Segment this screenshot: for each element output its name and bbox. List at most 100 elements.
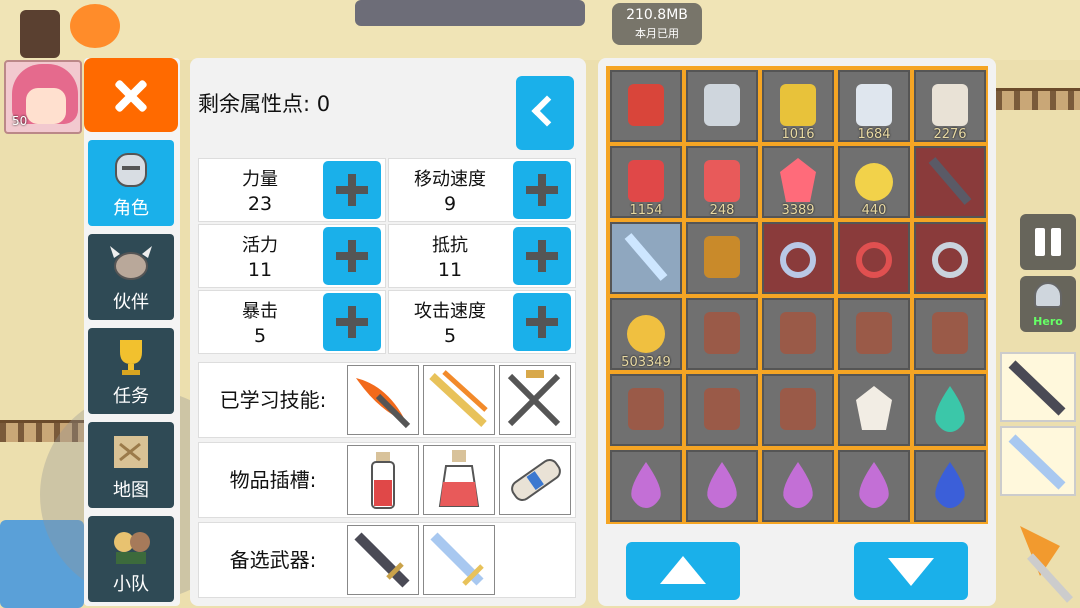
- close-button[interactable]: [84, 58, 178, 132]
- inventory-slot[interactable]: [686, 374, 758, 446]
- inventory-slot[interactable]: 503349: [610, 298, 682, 370]
- inventory-slot[interactable]: [610, 222, 682, 294]
- inventory-slot[interactable]: [838, 450, 910, 522]
- learned-skills-row: 已学习技能:: [198, 362, 576, 438]
- pendant-icon: [932, 242, 968, 278]
- tab-companion[interactable]: 伙伴: [88, 234, 174, 320]
- scroll-down-button[interactable]: [854, 542, 968, 600]
- stat-resistance: 抵抗 11: [388, 224, 576, 288]
- inventory-slot[interactable]: [762, 374, 834, 446]
- inventory-slot[interactable]: 1016: [762, 70, 834, 142]
- item-slot[interactable]: [499, 445, 571, 515]
- inventory-slot[interactable]: [686, 450, 758, 522]
- trophy-icon: [120, 340, 142, 375]
- item-slot[interactable]: [423, 445, 495, 515]
- item-count: 2276: [933, 127, 967, 142]
- weapon-slot[interactable]: [347, 525, 419, 595]
- map-scroll-icon: [114, 436, 148, 468]
- scroll-up-button[interactable]: [626, 542, 740, 600]
- item-slots-label: 物品插槽:: [229, 468, 317, 492]
- inventory-slot[interactable]: [686, 222, 758, 294]
- skill-slot[interactable]: [423, 365, 495, 435]
- hero-label: Hero: [1033, 315, 1063, 328]
- inventory-slot[interactable]: 3389: [762, 146, 834, 218]
- quick-weapon-slot[interactable]: [1000, 352, 1076, 422]
- purple-drop-icon: [707, 462, 737, 508]
- hero-helmet-icon: [1034, 282, 1062, 308]
- item-count: 440: [861, 203, 887, 218]
- spell-book-icon: [780, 312, 816, 354]
- inventory-slot[interactable]: [762, 298, 834, 370]
- inventory-slot[interactable]: [914, 374, 986, 446]
- inventory-slot[interactable]: [914, 222, 986, 294]
- red-scroll-icon: [932, 84, 968, 126]
- inventory-slot[interactable]: [686, 70, 758, 142]
- back-button[interactable]: [516, 76, 574, 150]
- inventory-slot[interactable]: [838, 374, 910, 446]
- add-vitality-button[interactable]: [323, 227, 381, 285]
- inventory-slot[interactable]: [838, 222, 910, 294]
- inventory-slot[interactable]: 440: [838, 146, 910, 218]
- crystal-sword-icon: [624, 233, 668, 281]
- plus-icon-stem: [538, 306, 546, 338]
- inventory-slot[interactable]: [914, 146, 986, 218]
- teal-drop-icon: [935, 386, 965, 432]
- stat-name: 抵抗: [432, 235, 468, 256]
- add-critical-button[interactable]: [323, 293, 381, 351]
- inventory-slot[interactable]: [610, 450, 682, 522]
- white-gem-icon: [856, 386, 892, 430]
- inventory-slot[interactable]: 1154: [610, 146, 682, 218]
- add-resistance-button[interactable]: [513, 227, 571, 285]
- skill-slot[interactable]: [347, 365, 419, 435]
- player-portrait[interactable]: 50: [4, 60, 82, 134]
- inventory-slot[interactable]: [686, 298, 758, 370]
- inventory-slot[interactable]: [838, 298, 910, 370]
- tab-label: 伙伴: [113, 292, 149, 313]
- pause-button[interactable]: [1020, 214, 1076, 270]
- spell-book-icon: [704, 312, 740, 354]
- plus-icon-stem: [538, 240, 546, 272]
- scroll-icon: [511, 459, 561, 501]
- stat-name: 攻击速度: [414, 301, 486, 322]
- spell-book-icon: [780, 388, 816, 430]
- tab-label: 小队: [113, 574, 149, 595]
- fire-scroll-icon: [628, 84, 664, 126]
- inventory-slot[interactable]: [610, 70, 682, 142]
- add-attack-speed-button[interactable]: [513, 293, 571, 351]
- tab-label: 角色: [113, 198, 149, 219]
- tab-map[interactable]: 地图: [88, 422, 174, 508]
- purple-drop-icon: [631, 462, 661, 508]
- inventory-slot[interactable]: [610, 374, 682, 446]
- item-count: 1684: [857, 127, 891, 142]
- inventory-slot[interactable]: 248: [686, 146, 758, 218]
- inventory-slot[interactable]: [914, 298, 986, 370]
- item-slot[interactable]: [347, 445, 419, 515]
- skill-slot[interactable]: [499, 365, 571, 435]
- stat-value: 5: [253, 325, 267, 347]
- tab-quest[interactable]: 任务: [88, 328, 174, 414]
- inventory-slot[interactable]: 2276: [914, 70, 986, 142]
- stat-value: 11: [437, 259, 463, 281]
- tab-label: 地图: [113, 480, 149, 501]
- blue-scroll-icon: [856, 84, 892, 126]
- add-move-speed-button[interactable]: [513, 161, 571, 219]
- inventory-slot[interactable]: 1684: [838, 70, 910, 142]
- tab-party[interactable]: 小队: [88, 516, 174, 602]
- inventory-slot[interactable]: [762, 450, 834, 522]
- weapon-slot[interactable]: [423, 525, 495, 595]
- quick-weapon-slot[interactable]: [1000, 426, 1076, 496]
- inventory-slot[interactable]: [914, 450, 986, 522]
- hero-button[interactable]: Hero: [1020, 276, 1076, 332]
- inventory-slot[interactable]: [762, 222, 834, 294]
- backup-weapons-label: 备选武器:: [229, 548, 317, 572]
- stat-name: 暴击: [242, 301, 278, 322]
- gold-orb-icon: [855, 163, 893, 201]
- learned-skills-label: 已学习技能:: [219, 388, 327, 412]
- golden-armor-icon: [704, 236, 740, 278]
- memory-size: 210.8MB: [626, 7, 688, 23]
- player-level: 50: [12, 114, 28, 128]
- add-strength-button[interactable]: [323, 161, 381, 219]
- tab-character[interactable]: 角色: [88, 140, 174, 226]
- attack-button[interactable]: [1000, 516, 1076, 606]
- spell-book-icon: [932, 312, 968, 354]
